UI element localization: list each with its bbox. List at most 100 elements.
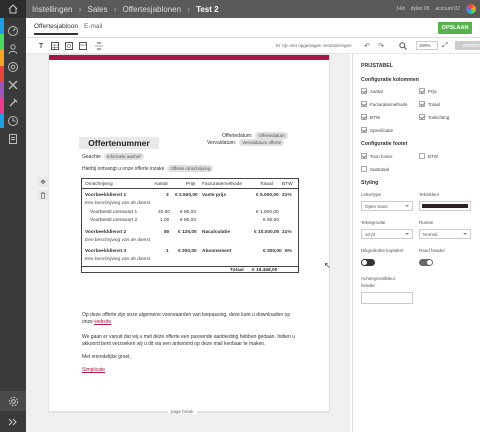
- price-table[interactable]: Omschrijving Aantal Prijs Facturatiemeth…: [81, 178, 299, 273]
- checkbox-specificatie[interactable]: Specificatie: [361, 127, 393, 133]
- zoom-select[interactable]: 100%: [416, 41, 438, 50]
- save-button[interactable]: OPSLAAN: [438, 22, 472, 34]
- checkbox-icon[interactable]: [361, 101, 367, 107]
- checkbox-facturatiemethode[interactable]: Facturatiemethode: [361, 101, 408, 107]
- checkbox-icon[interactable]: [419, 101, 425, 107]
- checkbox-prijs[interactable]: Prijs: [419, 88, 437, 94]
- row-quantity: 1: [166, 249, 169, 254]
- breadcrumb-templates[interactable]: Offertesjablonen: [117, 0, 188, 18]
- color-strip: [0, 114, 4, 128]
- undo-icon[interactable]: ↶: [362, 41, 372, 51]
- table-icon[interactable]: [50, 41, 60, 51]
- tab-offertesjabloon[interactable]: Offertesjabloon: [34, 23, 78, 35]
- layout-icon[interactable]: [78, 41, 88, 51]
- header-bg-color-input[interactable]: [361, 292, 413, 304]
- settings-icon[interactable]: [0, 391, 26, 411]
- breadcrumb-settings[interactable]: Instellingen: [26, 0, 78, 18]
- row-description: Voorbeeld urensoort 2: [90, 218, 138, 223]
- expand-sidebar-icon[interactable]: [0, 412, 26, 432]
- columns-heading: Configuratie kolommen: [361, 77, 419, 83]
- color-strip: [0, 98, 4, 114]
- table-row: Voorbeeld urensoort 1 20.00 € 80,00 € 1.…: [82, 209, 298, 217]
- document-page[interactable]: Offertenummer Offertedatum: Offertedatum…: [48, 54, 330, 412]
- row-description: Voorbeelddienst 3: [85, 249, 127, 254]
- service-icon[interactable]: [6, 96, 20, 110]
- checkbox-subtotaal[interactable]: Subtotaal: [361, 166, 389, 172]
- user-name[interactable]: dylan 05: [411, 6, 430, 12]
- hours-icon[interactable]: [6, 114, 20, 128]
- row-method: Nacalculatie: [202, 230, 230, 235]
- checkbox-label: Specificatie: [370, 127, 394, 133]
- offer-date-field[interactable]: Offertedatum: [255, 132, 288, 139]
- checkbox-icon[interactable]: [361, 88, 367, 94]
- checkbox-icon[interactable]: [419, 153, 425, 159]
- checkbox-aantal[interactable]: Aantal: [361, 88, 383, 94]
- brand-logo-icon[interactable]: [466, 4, 476, 14]
- app: Instellingen › Sales › Offertesjablonen …: [0, 0, 480, 432]
- mouse-cursor-icon: ↖: [324, 261, 331, 270]
- checkbox-icon[interactable]: [361, 114, 367, 120]
- account-name[interactable]: account 02: [436, 6, 460, 12]
- tab-bar: Offertesjabloon E-mail OPSLAAN: [26, 18, 480, 38]
- text-icon[interactable]: T: [36, 41, 46, 51]
- page-break-icon[interactable]: [94, 41, 104, 51]
- row-price: € 300,00: [178, 249, 197, 254]
- image-icon[interactable]: [64, 41, 74, 51]
- row-vat: 21%: [282, 193, 292, 198]
- row-price: € 80,00: [180, 218, 197, 223]
- checkbox-toon-footer[interactable]: Toon footer: [361, 153, 393, 159]
- checkbox-icon[interactable]: [361, 127, 367, 133]
- dashboard-icon[interactable]: [6, 24, 20, 38]
- checkbox-footer-btw[interactable]: BTW: [419, 153, 438, 159]
- font-select[interactable]: Open Sans: [361, 201, 413, 211]
- checkbox-icon[interactable]: [361, 166, 367, 172]
- edit-button[interactable]: BEWERKEN: [455, 41, 480, 50]
- website-link[interactable]: website: [94, 319, 111, 325]
- bold-header-toggle[interactable]: [361, 259, 375, 266]
- checkbox-toelichting[interactable]: Toelichting: [419, 114, 449, 120]
- checkbox-btw[interactable]: BTW: [361, 114, 380, 120]
- font-size-label: Tekstgrootte: [361, 220, 386, 225]
- row-price: € 2.500,00: [175, 193, 198, 198]
- document-title[interactable]: Offertenummer: [79, 137, 159, 149]
- border-header-toggle[interactable]: [419, 259, 433, 266]
- move-handle-icon[interactable]: ✥: [38, 177, 48, 187]
- checkbox-totaal[interactable]: Totaal: [419, 101, 440, 107]
- row-description: Voorbeelddienst 1: [85, 193, 127, 198]
- breadcrumb-sales[interactable]: Sales: [81, 0, 113, 18]
- table-row: Voorbeelddienst 3 1 € 300,00 Abonnement …: [82, 248, 298, 256]
- row-description: Voorbeelddienst 2: [85, 230, 127, 235]
- checkbox-icon[interactable]: [419, 88, 425, 94]
- home-icon[interactable]: [0, 0, 26, 18]
- sales-icon[interactable]: [6, 60, 20, 74]
- text-color-picker[interactable]: [419, 201, 471, 211]
- intro-field[interactable]: Offerte omschrijving: [167, 165, 214, 172]
- row-description: Een beschrijving van de dienst: [85, 201, 151, 206]
- expiry-date-field[interactable]: Vervaldatum offerte: [239, 139, 285, 146]
- tab-email[interactable]: E-mail: [84, 23, 102, 30]
- total-value: € 18.468,00: [252, 268, 278, 273]
- delete-block-icon[interactable]: [38, 190, 48, 200]
- row-description: Voorbeeld urensoort 1: [90, 210, 138, 215]
- column-header: Prijs: [186, 182, 196, 187]
- offer-date-row: Offertedatum: Offertedatum: [222, 132, 288, 139]
- styling-heading: Styling: [361, 180, 379, 186]
- invoices-icon[interactable]: [6, 132, 20, 146]
- checkbox-icon[interactable]: [361, 153, 367, 159]
- footer-heading: Configuratie footer: [361, 141, 408, 147]
- font-size-select[interactable]: 10 pt: [361, 229, 413, 239]
- redo-icon[interactable]: ↷: [376, 41, 386, 51]
- signature-link[interactable]: Simplicate: [82, 367, 105, 373]
- row-quantity: 1.00: [160, 218, 170, 223]
- contacts-icon[interactable]: [6, 42, 20, 56]
- text-color-label: Tekstkleur: [419, 192, 440, 197]
- document-canvas: Offertenummer Offertedatum: Offertedatum…: [26, 54, 350, 432]
- projects-icon[interactable]: [6, 78, 20, 92]
- zoom-icon[interactable]: [398, 41, 408, 51]
- checkbox-icon[interactable]: [419, 114, 425, 120]
- row-quantity: 3: [166, 193, 169, 198]
- terms-text-prefix: onze: [82, 319, 93, 325]
- greeting-field[interactable]: Informele aanhef: [103, 153, 144, 160]
- spacing-select[interactable]: Normal: [419, 229, 471, 239]
- expand-icon[interactable]: ⤢: [440, 41, 450, 51]
